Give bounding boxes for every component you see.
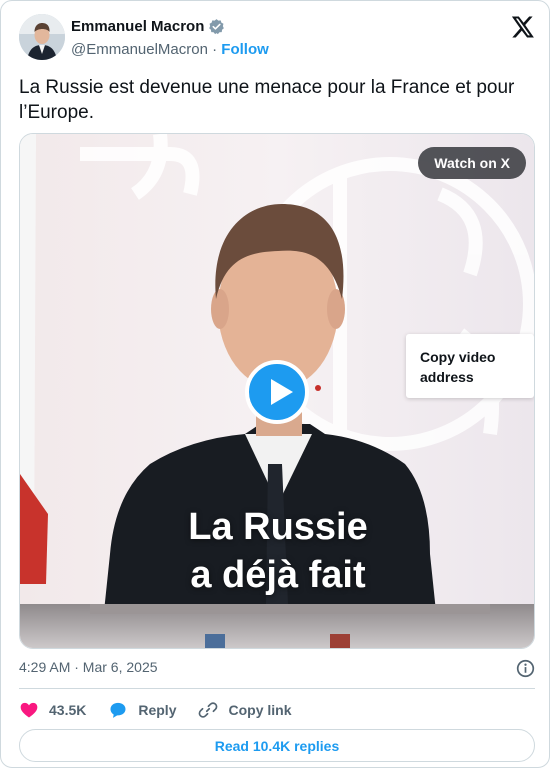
like-button[interactable]: 43.5K: [19, 700, 86, 720]
follow-button[interactable]: Follow: [221, 41, 269, 58]
handle-separator: ·: [207, 41, 222, 58]
reply-label: Reply: [138, 702, 177, 718]
play-icon: [271, 379, 293, 405]
x-logo-icon[interactable]: [511, 16, 535, 38]
heart-icon: [20, 702, 38, 718]
copy-link-button[interactable]: Copy link: [198, 700, 292, 720]
tweet-card: Emmanuel Macron @EmmanuelMacron · Follow…: [0, 0, 550, 768]
watch-on-x-button[interactable]: Watch on X: [418, 147, 526, 179]
timestamp-row: 4:29 AM · Mar 6, 2025: [19, 659, 535, 679]
divider: [19, 688, 535, 689]
video-caption-line-2: a déjà fait: [190, 554, 366, 596]
copy-link-label: Copy link: [228, 702, 292, 718]
author-handle[interactable]: @EmmanuelMacron: [71, 41, 208, 58]
link-icon: [199, 702, 218, 718]
action-bar: 43.5K Reply Copy link: [19, 699, 314, 721]
author-avatar[interactable]: [19, 14, 65, 60]
reply-bubble-icon: [110, 702, 126, 718]
tweet-text: La Russie est devenue une menace pour la…: [19, 77, 515, 123]
video-caption-line-1: La Russie: [188, 506, 368, 548]
reply-button[interactable]: Reply: [108, 700, 176, 720]
tweet-header: Emmanuel Macron @EmmanuelMacron · Follow: [19, 14, 535, 64]
verified-badge-icon: [209, 19, 225, 35]
author-name-row: Emmanuel Macron: [71, 18, 225, 35]
copy-video-address-menu-item[interactable]: Copy video address: [406, 334, 534, 398]
tweet-timestamp[interactable]: 4:29 AM · Mar 6, 2025: [19, 659, 158, 675]
info-icon[interactable]: [516, 659, 535, 678]
like-count: 43.5K: [49, 702, 87, 718]
video-player[interactable]: Watch on X Copy video address La Russie …: [19, 133, 535, 649]
read-replies-button[interactable]: Read 10.4K replies: [19, 729, 535, 762]
play-button[interactable]: [245, 360, 309, 424]
author-name[interactable]: Emmanuel Macron: [71, 18, 204, 35]
author-handle-row: @EmmanuelMacron · Follow: [71, 41, 269, 58]
